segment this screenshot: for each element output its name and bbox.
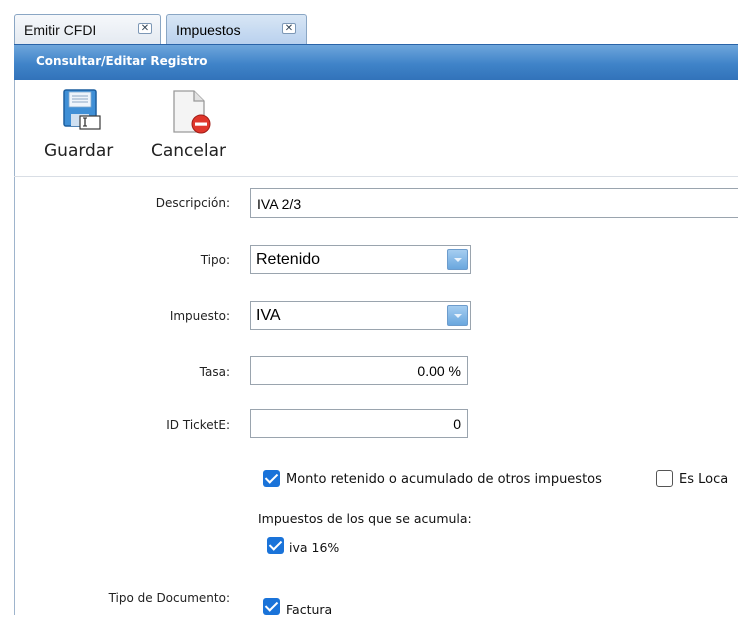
iva-16-label: iva 16%: [289, 540, 340, 555]
panel-title: Consultar/Editar Registro: [36, 54, 208, 68]
tasa-input[interactable]: 0.00 %: [250, 356, 468, 385]
id-ticket-input[interactable]: 0: [250, 409, 468, 438]
tab-impuestos[interactable]: Impuestos ✕: [166, 14, 307, 44]
descripcion-label: Descripción:: [155, 196, 230, 210]
factura-checkbox[interactable]: [263, 598, 280, 615]
es-local-checkbox[interactable]: [656, 470, 673, 487]
tipo-label: Tipo:: [200, 253, 230, 267]
tasa-value: 0.00 %: [417, 363, 461, 379]
tab-label: Impuestos: [176, 22, 241, 38]
id-ticket-label: ID TicketE:: [166, 418, 230, 432]
descripcion-value: IVA 2/3: [257, 196, 302, 212]
descripcion-input[interactable]: IVA 2/3: [250, 188, 738, 218]
close-icon[interactable]: ✕: [138, 23, 152, 34]
monto-retenido-label: Monto retenido o acumulado de otros impu…: [286, 472, 602, 487]
tab-bar: Emitir CFDI ✕ Impuestos ✕: [0, 0, 738, 44]
id-ticket-value: 0: [453, 416, 461, 432]
tipo-documento-label: Tipo de Documento:: [108, 591, 230, 605]
chevron-down-icon[interactable]: [447, 305, 468, 326]
toolbar-divider: [14, 176, 738, 177]
monto-retenido-checkbox[interactable]: [263, 470, 280, 487]
es-local-label: Es Loca: [679, 472, 729, 487]
tab-label: Emitir CFDI: [24, 22, 97, 38]
iva-16-checkbox[interactable]: [267, 537, 284, 554]
save-label: Guardar: [44, 141, 114, 161]
acumula-header: Impuestos de los que se acumula:: [258, 511, 472, 526]
save-icon: [63, 89, 101, 130]
tasa-label: Tasa:: [199, 365, 230, 379]
close-icon[interactable]: ✕: [282, 23, 296, 34]
impuesto-label: Impuesto:: [169, 309, 230, 323]
chevron-down-icon[interactable]: [447, 249, 468, 270]
panel-body: [14, 80, 738, 615]
tipo-select[interactable]: Retenido: [250, 245, 471, 274]
panel-header: Consultar/Editar Registro: [14, 44, 738, 80]
impuesto-value: IVA: [256, 307, 281, 324]
tab-emitir-cfdi[interactable]: Emitir CFDI ✕: [14, 14, 161, 44]
tipo-value: Retenido: [256, 251, 321, 268]
cancel-label: Cancelar: [151, 141, 226, 161]
impuesto-select[interactable]: IVA: [250, 301, 471, 330]
cancel-icon: [173, 90, 211, 134]
